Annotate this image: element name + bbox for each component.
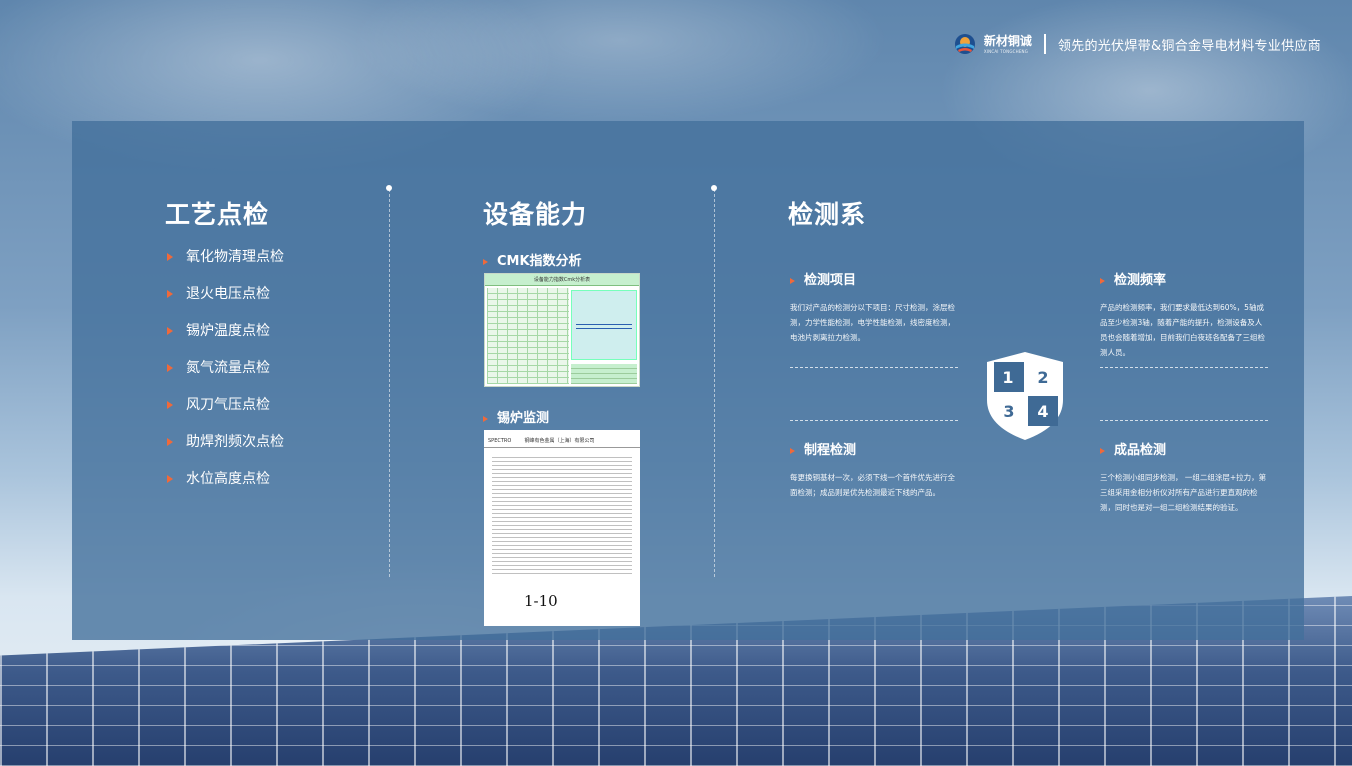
brand-sub: XINCAI TONGCHENG (983, 48, 1029, 54)
shield-number: 1 (1002, 368, 1013, 387)
shield-number: 2 (1037, 368, 1048, 387)
bullet-arrow-icon (167, 401, 173, 409)
detection-frequency-label: 检测频率 (1100, 269, 1268, 288)
final-inspection-block: 成品检测 三个检测小组同步检测， 一组二组涂层+拉力，第三组采用金相分析仪对所有… (1100, 439, 1268, 515)
bullet-arrow-icon (167, 475, 173, 483)
process-list: 氧化物清理点检 退火电压点检 锡炉温度点检 氮气流量点检 风刀气压点检 助焊剂频… (167, 249, 284, 508)
final-inspection-label: 成品检测 (1100, 439, 1268, 458)
list-item: 助焊剂频次点检 (167, 434, 284, 471)
dashed-separator (790, 367, 958, 368)
bullet-arrow-icon (483, 415, 488, 422)
bullet-arrow-icon (167, 253, 173, 261)
shield-number: 4 (1037, 402, 1048, 421)
content-panel: 工艺点检 氧化物清理点检 退火电压点检 锡炉温度点检 氮气流量点检 风刀气压点检… (72, 121, 1304, 640)
brand-logo-icon (954, 33, 976, 55)
dashed-separator (1100, 367, 1268, 368)
cmk-analysis-image: 设备能力指数Cmk分析表 (484, 273, 640, 387)
column-divider (386, 185, 392, 577)
detection-items-text: 我们对产品的检测分以下项目：尺寸检测，涂层检测，力学性能检测，电学性能检测，线密… (790, 303, 955, 342)
dashed-separator (790, 420, 958, 421)
bullet-arrow-icon (483, 258, 488, 265)
equipment-title: 设备能力 (483, 200, 588, 229)
detection-title: 检测系 (788, 200, 867, 229)
brand-wordmark: 新材铜诚 XINCAI TONGCHENG (984, 35, 1032, 54)
dashed-separator (1100, 420, 1268, 421)
process-inspection-text: 每更换铜基材一次，必须下线一个首件优先进行全面检测；成品则是优先检测最近下线的产… (790, 473, 955, 497)
list-item: 水位高度点检 (167, 471, 284, 508)
bullet-arrow-icon (790, 447, 795, 454)
shield-number: 3 (1003, 402, 1014, 421)
bullet-arrow-icon (790, 277, 795, 284)
boiler-report-table (492, 454, 632, 574)
boiler-label: 锡炉监测 (483, 407, 549, 426)
cmk-label: CMK指数分析 (483, 250, 582, 269)
shield-icon: 1 2 3 4 (984, 350, 1066, 446)
bullet-arrow-icon (167, 364, 173, 372)
list-item: 风刀气压点检 (167, 397, 284, 434)
cmk-data-table (487, 288, 569, 384)
bullet-arrow-icon (167, 327, 173, 335)
list-item: 氧化物清理点检 (167, 249, 284, 286)
cmk-sheet-title: 设备能力指数Cmk分析表 (485, 274, 639, 286)
bullet-arrow-icon (167, 290, 173, 298)
bullet-arrow-icon (1100, 447, 1105, 454)
brand-header: 新材铜诚 XINCAI TONGCHENG 领先的光伏焊带&铜合金导电材料专业供… (954, 31, 1321, 57)
process-inspection-label: 制程检测 (790, 439, 958, 458)
process-title: 工艺点检 (165, 200, 270, 229)
brand-name: 新材铜诚 (983, 33, 1032, 48)
list-item: 退火电压点检 (167, 286, 284, 323)
bullet-arrow-icon (1100, 277, 1105, 284)
boiler-company: SPECTRO 钢峰有色金属（上海）有限公司 (484, 434, 640, 448)
boiler-report-image: SPECTRO 钢峰有色金属（上海）有限公司 1-10 (484, 430, 640, 626)
process-inspection-block: 制程检测 每更换铜基材一次，必须下线一个首件优先进行全面检测；成品则是优先检测最… (790, 439, 958, 500)
detection-items-block: 检测项目 我们对产品的检测分以下项目：尺寸检测，涂层检测，力学性能检测，电学性能… (790, 269, 958, 345)
column-divider (711, 185, 717, 577)
final-inspection-text: 三个检测小组同步检测， 一组二组涂层+拉力，第三组采用金相分析仪对所有产品进行更… (1100, 473, 1267, 512)
list-item: 锡炉温度点检 (167, 323, 284, 360)
slogan: 领先的光伏焊带&铜合金导电材料专业供应商 (1057, 38, 1321, 54)
list-item: 氮气流量点检 (167, 360, 284, 397)
bullet-arrow-icon (167, 438, 173, 446)
detection-frequency-text: 产品的检测频率，我们要求最低达到60%，5轴成品至少检测3轴，随着产能的提升，检… (1100, 303, 1265, 357)
cmk-summary-table (571, 364, 637, 384)
detection-items-label: 检测项目 (790, 269, 958, 288)
boiler-signature: 1-10 (524, 592, 558, 610)
brand-separator (1043, 34, 1046, 54)
cmk-trend-chart (571, 290, 637, 360)
detection-frequency-block: 检测频率 产品的检测频率，我们要求最低达到60%，5轴成品至少检测3轴，随着产能… (1100, 269, 1268, 360)
